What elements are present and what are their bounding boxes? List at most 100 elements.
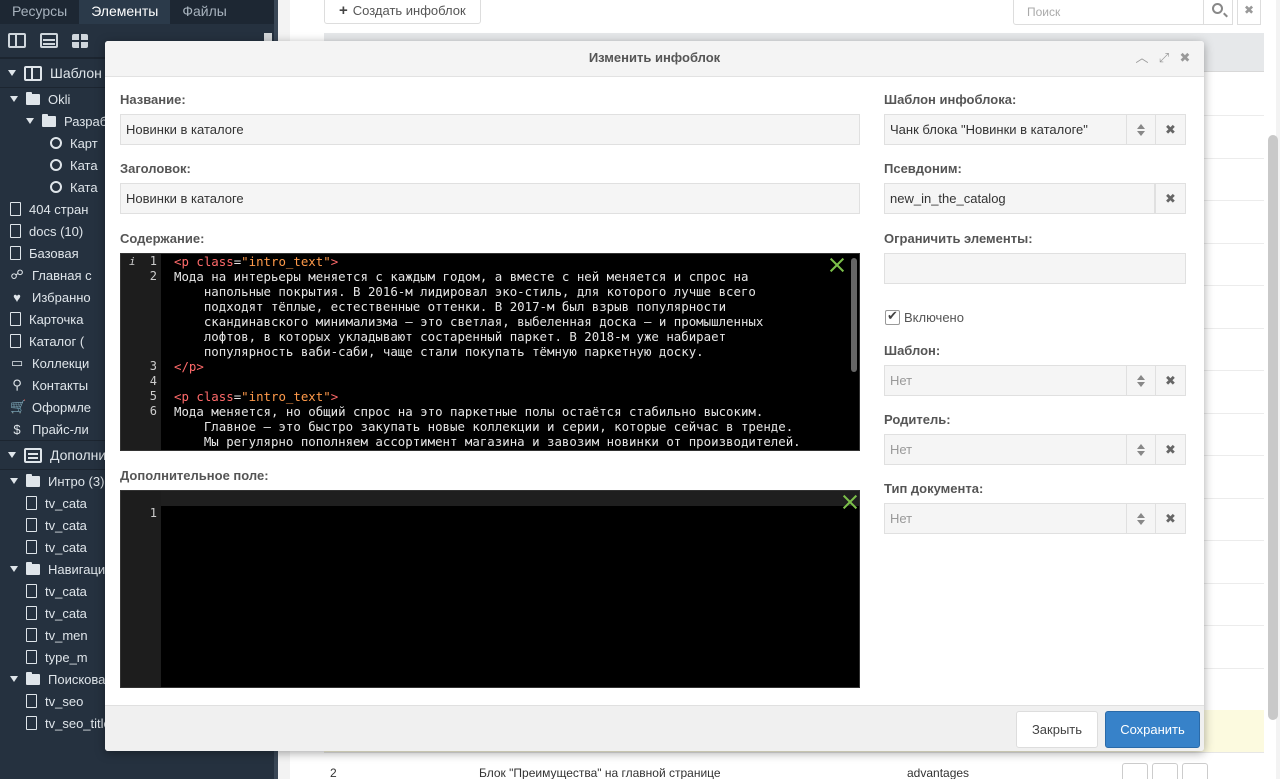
main-scrollbar[interactable] [1268, 135, 1278, 720]
tree-item-label: Коллекци [32, 355, 90, 371]
code-token: <p [174, 389, 197, 404]
code-text: скандинавского минимализма – это светлая… [174, 314, 764, 329]
code-text: подходят тёплые, естественные оттенки. В… [174, 299, 726, 314]
edit-row-button[interactable] [1122, 763, 1148, 779]
updown-icon[interactable] [1127, 503, 1155, 534]
caret-down-icon[interactable] [10, 478, 18, 484]
folder-icon [26, 473, 40, 487]
circle-icon [50, 181, 62, 193]
code-line: подходят тёплые, естественные оттенки. В… [121, 299, 859, 314]
close-button[interactable]: Закрыть [1016, 711, 1098, 748]
item-icon: ▭ [10, 355, 24, 370]
close-icon: ✖ [1243, 3, 1255, 17]
fullscreen-icon[interactable] [841, 494, 857, 510]
enabled-checkbox[interactable] [885, 308, 900, 325]
document-icon [26, 716, 37, 730]
tree-item-label: Каталог ( [29, 333, 85, 349]
clear-alias-button[interactable]: ✖ [1155, 183, 1186, 214]
document-icon [10, 334, 21, 348]
document-icon [10, 202, 21, 216]
template-select[interactable]: Нет [884, 365, 1127, 396]
close-icon: ✖ [1165, 511, 1176, 526]
caret-down-icon[interactable] [10, 566, 18, 572]
folder-icon [26, 671, 40, 685]
toggle-row-button[interactable] [1152, 763, 1178, 779]
code-text: Мода на интерьеры меняется с каждым годо… [174, 269, 748, 284]
line-number: 6 [149, 404, 157, 418]
row-alias: advantages [907, 766, 970, 779]
editor-scrollbar[interactable] [851, 258, 857, 372]
document-icon [26, 606, 37, 620]
name-field[interactable]: Новинки в каталоге [120, 114, 860, 145]
circle-icon [50, 159, 62, 171]
save-button[interactable]: Сохранить [1105, 711, 1200, 748]
code-token: скандинавского минимализма – это светлая… [174, 314, 764, 329]
updown-icon[interactable] [1127, 434, 1155, 465]
grid-view-icon[interactable] [72, 33, 88, 48]
table-row[interactable]: 2 Блок "Преимущества" на главной страниц… [324, 752, 1264, 779]
search-input[interactable]: Поиск [1013, 0, 1204, 25]
tab-files[interactable]: Файлы [170, 0, 238, 24]
list-view-icon[interactable] [40, 33, 58, 48]
caret-down-icon[interactable] [8, 70, 16, 76]
updown-icon[interactable] [1127, 114, 1155, 145]
tree-item-label: Ката [70, 179, 98, 195]
limit-elements-field[interactable] [884, 253, 1186, 284]
clear-doctype-button[interactable]: ✖ [1155, 503, 1186, 534]
maximize-icon[interactable]: ⤢ [1157, 51, 1171, 65]
caret-down-icon[interactable] [10, 676, 18, 682]
tree-item-label: Навигаци [48, 561, 106, 577]
code-text: Мода меняется, но общий спрос на это пар… [174, 404, 763, 419]
code-token: подходят тёплые, естественные оттенки. В… [174, 299, 727, 314]
sidebar-tabs: Ресурсы Элементы Файлы [0, 0, 278, 24]
doctype-select[interactable]: Нет [884, 503, 1127, 534]
search-button[interactable] [1203, 0, 1233, 25]
updown-icon[interactable] [1127, 365, 1155, 396]
alias-label: Псевдоним: [884, 161, 962, 176]
alias-field[interactable]: new_in_the_catalog [884, 183, 1155, 214]
row-name: Блок "Преимущества" на главной странице [479, 766, 721, 779]
document-icon [26, 584, 37, 598]
tab-elements[interactable]: Элементы [79, 0, 171, 24]
caret-down-icon[interactable] [10, 96, 18, 102]
content-code-editor[interactable]: i 1 <p class="intro_text"> 2 Мода на интерь… [120, 253, 860, 451]
active-line [161, 491, 859, 506]
caret-down-icon[interactable] [8, 452, 16, 458]
item-icon: 🛒 [10, 399, 27, 414]
tree-item-label: docs (10) [29, 223, 84, 239]
infoblock-template-select[interactable]: Чанк блока "Новинки в каталоге" [884, 114, 1127, 145]
code-token: </p> [174, 359, 204, 374]
create-infoblock-button[interactable]: + Создать инфоблок [324, 0, 481, 24]
plus-icon: + [339, 1, 348, 19]
clear-parent-button[interactable]: ✖ [1155, 434, 1186, 465]
collapse-icon[interactable]: ︿ [1135, 51, 1149, 65]
code-text: Главное – это быстро закупать новые колл… [174, 419, 793, 434]
document-icon [26, 650, 37, 664]
item-icon: ♥ [13, 289, 21, 305]
row-id: 2 [330, 766, 337, 779]
code-token: напольные покрытия. В 2016-м лидировал э… [174, 284, 756, 299]
close-icon: ✖ [1165, 122, 1176, 137]
caret-down-icon[interactable] [26, 118, 34, 124]
tree-item-label: Шаблон [50, 65, 102, 81]
code-line: напольные покрытия. В 2016-м лидировал э… [121, 284, 859, 299]
close-dialog-icon[interactable]: ✖ [1178, 51, 1192, 65]
tab-resources[interactable]: Ресурсы [0, 0, 79, 24]
clear-search-button[interactable]: ✖ [1237, 0, 1261, 25]
template-label: Шаблон: [884, 343, 941, 358]
heading-field[interactable]: Новинки в каталоге [120, 183, 860, 214]
extra-code-editor[interactable]: 1 [120, 490, 860, 688]
code-line: 3 </p> [121, 359, 859, 374]
code-token: Мы регулярно пополняем ассортимент магаз… [174, 434, 801, 449]
clear-tpl-button[interactable]: ✖ [1155, 365, 1186, 396]
panel-view-icon[interactable] [8, 33, 26, 48]
parent-select[interactable]: Нет [884, 434, 1127, 465]
clear-template-button[interactable]: ✖ [1155, 114, 1186, 145]
tree-item-label: type_m [45, 649, 88, 665]
tree-item-label: Избранно [32, 289, 91, 305]
code-text: напольные покрытия. В 2016-м лидировал э… [174, 284, 756, 299]
item-icon: ☍ [10, 267, 24, 282]
fullscreen-icon[interactable] [828, 257, 844, 273]
delete-row-button[interactable] [1182, 763, 1208, 779]
code-text: <p class="intro_text"> [174, 389, 338, 404]
